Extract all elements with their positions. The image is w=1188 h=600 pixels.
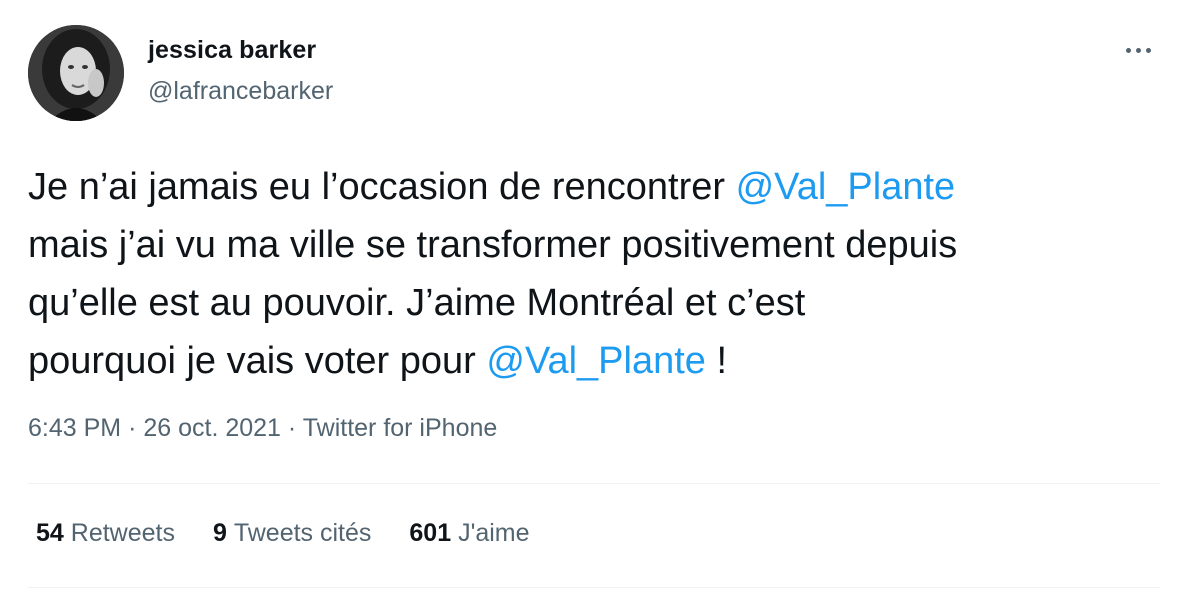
retweets-count: 54 bbox=[36, 519, 71, 547]
divider bbox=[28, 483, 1160, 484]
avatar[interactable] bbox=[28, 25, 124, 121]
tweet-date[interactable]: 26 oct. 2021 bbox=[143, 414, 281, 442]
tweet-text-segment: qu’elle est au pouvoir. J’aime Montréal … bbox=[28, 282, 806, 324]
more-dots-icon bbox=[1135, 47, 1141, 53]
more-dots-icon bbox=[1125, 47, 1131, 53]
tweet-text-segment: ! bbox=[705, 340, 728, 382]
more-options-button[interactable] bbox=[1118, 38, 1158, 62]
tweet-text-segment: Je n’ai jamais eu l’occasion de rencontr… bbox=[28, 166, 736, 208]
divider bbox=[28, 587, 1160, 588]
tweet-meta: 6:43 PM · 26 oct. 2021 · Twitter for iPh… bbox=[28, 414, 497, 443]
likes-stat[interactable]: 601 J'aime bbox=[409, 519, 529, 548]
more-dots-icon bbox=[1145, 47, 1151, 53]
quote-tweets-label: Tweets cités bbox=[233, 519, 372, 547]
quote-tweets-stat[interactable]: 9 Tweets cités bbox=[213, 519, 371, 548]
tweet-time[interactable]: 6:43 PM bbox=[28, 414, 121, 442]
tweet-text-line: qu’elle est au pouvoir. J’aime Montréal … bbox=[28, 274, 1168, 332]
tweet-text-line: pourquoi je vais voter pour @Val_Plante … bbox=[28, 332, 1168, 390]
tweet-card: jessica barker @lafrancebarker Je n’ai j… bbox=[0, 0, 1188, 600]
quote-tweets-count: 9 bbox=[212, 519, 234, 547]
tweet-text-line: Je n’ai jamais eu l’occasion de rencontr… bbox=[28, 158, 1168, 216]
tweet-text-line: mais j’ai vu ma ville se transformer pos… bbox=[28, 216, 1168, 274]
avatar-photo bbox=[28, 25, 124, 121]
meta-separator: · bbox=[287, 414, 303, 442]
tweet-text-segment: pourquoi je vais voter pour bbox=[28, 340, 487, 382]
tweet-stats: 54 Retweets 9 Tweets cités 601 J'aime bbox=[36, 519, 568, 548]
mention-link[interactable]: @Val_Plante bbox=[486, 340, 706, 382]
meta-separator: · bbox=[128, 414, 144, 442]
author-name[interactable]: jessica barker bbox=[148, 36, 316, 65]
author-handle[interactable]: @lafrancebarker bbox=[148, 77, 333, 106]
retweets-label: Retweets bbox=[70, 519, 175, 547]
tweet-source[interactable]: Twitter for iPhone bbox=[303, 414, 498, 442]
likes-count: 601 bbox=[409, 519, 459, 547]
mention-link[interactable]: @Val_Plante bbox=[736, 166, 956, 208]
tweet-text: Je n’ai jamais eu l’occasion de rencontr… bbox=[28, 158, 1168, 390]
likes-label: J'aime bbox=[458, 519, 530, 547]
retweets-stat[interactable]: 54 Retweets bbox=[36, 519, 175, 548]
tweet-text-segment: mais j’ai vu ma ville se transformer pos… bbox=[28, 224, 958, 266]
